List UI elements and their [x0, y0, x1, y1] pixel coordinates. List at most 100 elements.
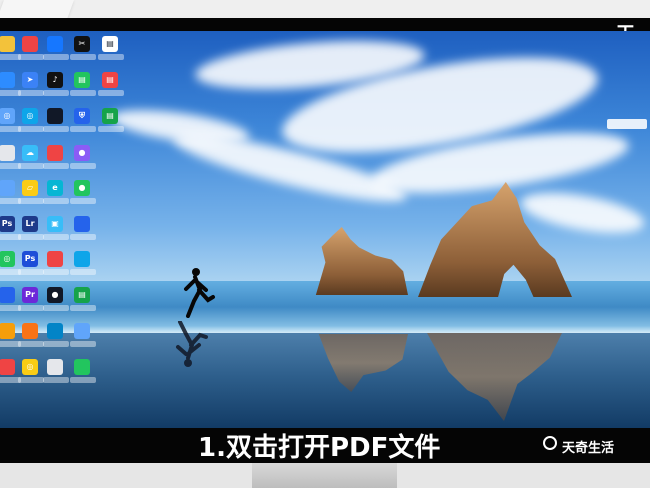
desktop-icon-5[interactable]: ▤ — [98, 35, 124, 65]
desktop-icon-38[interactable] — [43, 322, 69, 352]
monitor-stand — [252, 463, 397, 488]
desktop-icon-37[interactable] — [18, 322, 44, 352]
capcut-icon: ✂ — [74, 36, 90, 52]
desktop-icon-30[interactable] — [43, 250, 69, 280]
photoshop-icon: Ps — [22, 251, 38, 267]
app-icon — [47, 359, 63, 375]
document-icon: ▤ — [102, 36, 118, 52]
desktop-icon-label — [18, 377, 44, 383]
desktop-icon-14[interactable]: ⛨ — [70, 107, 96, 137]
app-icon — [74, 323, 90, 339]
desktop-icon-31[interactable] — [70, 250, 96, 280]
app-icon — [0, 145, 15, 161]
shield-icon: ⛨ — [74, 108, 90, 124]
app-icon — [47, 108, 63, 124]
desktop-icon-label — [43, 269, 69, 275]
desktop-icon-label — [43, 377, 69, 383]
desktop-icon-9[interactable]: ▤ — [70, 71, 96, 101]
desktop-screen[interactable]: ✂ ▤ ➤ ♪ ▤ ▤ ◎ ◎ ⛨ ▤ ☁ ● ▱ e ● Ps Lr ▣ ◎ … — [0, 31, 650, 428]
desktop-icon-27[interactable] — [70, 215, 96, 245]
premiere-icon: Pr — [22, 287, 38, 303]
desktop-icon-4[interactable]: ✂ — [70, 35, 96, 65]
desktop-icon-12[interactable]: ◎ — [18, 107, 44, 137]
folder-icon: ▱ — [22, 180, 38, 196]
desktop-icon-3[interactable] — [43, 35, 69, 65]
app-icon — [74, 216, 90, 232]
desktop-icon-33[interactable]: Pr — [18, 286, 44, 316]
app-icon — [47, 36, 63, 52]
app-icon — [0, 323, 15, 339]
desktop-icon-label — [18, 269, 44, 275]
pdf-icon: ▤ — [102, 72, 118, 88]
desktop-icon-7[interactable]: ➤ — [18, 71, 44, 101]
desktop-icon-2[interactable] — [18, 35, 44, 65]
app-icon — [74, 251, 90, 267]
desktop-icon-label — [98, 90, 124, 96]
desktop-icon-25[interactable]: Lr — [18, 215, 44, 245]
desktop-icon-13[interactable] — [43, 107, 69, 137]
desktop-icon-label — [43, 126, 69, 132]
desktop-icon-label — [18, 90, 44, 96]
desktop-icon-29[interactable]: Ps — [18, 250, 44, 280]
desktop-icon-label — [18, 126, 44, 132]
edge-icon: e — [47, 180, 63, 196]
penguin-icon: ● — [47, 287, 63, 303]
desktop-icon-label — [70, 234, 96, 240]
app-icon — [0, 72, 15, 88]
app-icon — [0, 36, 15, 52]
desktop-icon-41[interactable]: ◎ — [18, 358, 44, 388]
desktop-icon-label — [70, 269, 96, 275]
desktop-icon-label — [70, 198, 96, 204]
desktop-icon-10[interactable]: ▤ — [98, 71, 124, 101]
desktop-icon-34[interactable]: ● — [43, 286, 69, 316]
chrome-icon: ◎ — [22, 359, 38, 375]
chat-icon: ● — [74, 180, 90, 196]
desktop-icon-label — [18, 341, 44, 347]
desktop-icon-23[interactable]: ● — [70, 179, 96, 209]
image-icon: ▣ — [47, 216, 63, 232]
photoshop-icon: Ps — [0, 216, 15, 232]
desktop-icon-43[interactable] — [70, 358, 96, 388]
app-icon — [47, 251, 63, 267]
caption-text: 1.双击打开PDF文件 — [198, 433, 441, 463]
desktop-icon-label — [70, 90, 96, 96]
app-icon — [0, 359, 15, 375]
desktop-icon-label — [18, 234, 44, 240]
desktop-icon-label — [98, 126, 124, 132]
paper-plane-icon: ➤ — [22, 72, 38, 88]
desktop-icon-label — [70, 54, 96, 60]
desktop-icon-label — [43, 305, 69, 311]
desktop-icon-label — [43, 90, 69, 96]
desktop-icon-label — [43, 198, 69, 204]
desktop-icon-label — [43, 234, 69, 240]
document-icon: ▤ — [74, 287, 90, 303]
desktop-icon-17[interactable]: ☁ — [18, 144, 44, 174]
app-icon — [47, 323, 63, 339]
desktop-icon-18[interactable] — [43, 144, 69, 174]
cloud-icon: ☁ — [22, 145, 38, 161]
desktop-icon-8[interactable]: ♪ — [43, 71, 69, 101]
desktop-icon-label — [70, 341, 96, 347]
desktop-icon-19[interactable]: ● — [70, 144, 96, 174]
browser-icon: ◎ — [22, 108, 38, 124]
brand-watermark: 天奇生活 — [562, 441, 615, 456]
desktop-icon-22[interactable]: e — [43, 179, 69, 209]
desktop-icon-label — [43, 163, 69, 169]
desktop-icon-35[interactable]: ▤ — [70, 286, 96, 316]
desktop-icon-42[interactable] — [43, 358, 69, 388]
desktop-icon-label — [70, 163, 96, 169]
desktop-icon-15[interactable]: ▤ — [98, 107, 124, 137]
desktop-icon-label — [18, 163, 44, 169]
app-icon — [22, 36, 38, 52]
app-icon — [0, 287, 15, 303]
desktop-icon-label — [98, 54, 124, 60]
desktop-icon-21[interactable]: ▱ — [18, 179, 44, 209]
top-right-floating-widget[interactable] — [607, 119, 647, 129]
app-icon — [0, 180, 15, 196]
desktop-icon-label — [18, 54, 44, 60]
desktop-icon-label — [18, 305, 44, 311]
desktop-icon-39[interactable] — [70, 322, 96, 352]
browser-icon: ◎ — [0, 251, 15, 267]
desktop-icon-26[interactable]: ▣ — [43, 215, 69, 245]
desktop-icon-label — [70, 377, 96, 383]
